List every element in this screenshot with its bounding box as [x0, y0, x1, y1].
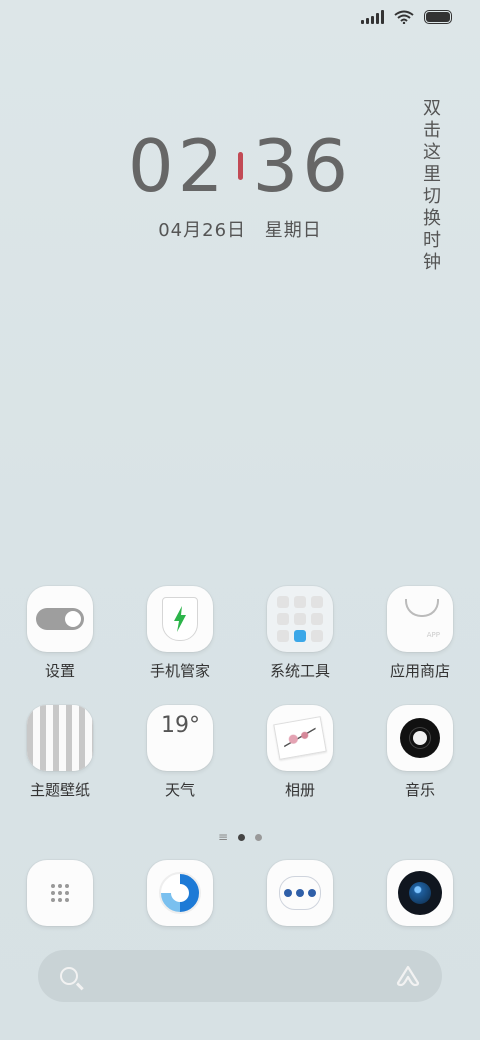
clock-time: 02 36 — [0, 130, 480, 202]
app-label: 主题壁纸 — [29, 781, 90, 799]
app-label: 音乐 — [404, 781, 435, 799]
clock-widget[interactable]: 02 36 04月26日 星期日 — [0, 130, 480, 242]
app-store-icon: APP — [387, 586, 453, 652]
clock-hours: 02 — [127, 124, 228, 208]
clock-minutes: 36 — [252, 124, 353, 208]
app-themes[interactable]: 主题壁纸 — [0, 705, 120, 800]
app-phone-manager[interactable]: 手机管家 — [120, 586, 240, 681]
app-label: 系统工具 — [269, 662, 330, 680]
clock-separator — [237, 152, 243, 180]
dock-browser[interactable] — [120, 860, 240, 926]
switch-clock-hint[interactable]: 双击这里切换时钟 — [422, 98, 442, 274]
app-weather[interactable]: 19° 天气 — [120, 705, 240, 800]
dock-phone[interactable] — [0, 860, 120, 926]
app-label: 手机管家 — [149, 662, 210, 680]
app-label: 应用商店 — [389, 662, 450, 680]
weather-icon: 19° — [147, 705, 213, 771]
browser-icon — [147, 860, 213, 926]
app-music[interactable]: 音乐 — [360, 705, 480, 800]
search-bar[interactable] — [38, 950, 442, 1002]
app-store[interactable]: APP 应用商店 — [360, 586, 480, 681]
app-grid: 设置 手机管家 系统工具 APP 应用商店 主题壁纸 19° 天气 相册 音乐 — [0, 586, 480, 800]
app-label: 天气 — [164, 781, 195, 799]
wifi-icon — [394, 10, 414, 24]
page-indicator[interactable]: ≡ — [0, 830, 480, 844]
themes-icon — [27, 705, 93, 771]
clock-date-row: 04月26日 星期日 — [0, 216, 480, 242]
app-gallery[interactable]: 相册 — [240, 705, 360, 800]
battery-icon — [424, 10, 452, 24]
gallery-icon — [267, 705, 333, 771]
weather-temp: 19° — [161, 713, 200, 738]
signal-icon — [361, 10, 384, 24]
settings-icon — [27, 586, 93, 652]
page-dot — [255, 833, 263, 841]
app-label: 设置 — [44, 662, 75, 680]
app-label: 相册 — [284, 781, 315, 799]
dock-camera[interactable] — [360, 860, 480, 926]
search-icon[interactable] — [60, 967, 78, 985]
status-bar — [361, 10, 452, 24]
assistant-icon[interactable] — [396, 965, 420, 987]
app-store-tag: APP — [426, 631, 440, 639]
phone-icon — [27, 860, 93, 926]
clock-date: 04月26日 — [158, 220, 247, 241]
menu-icon: ≡ — [217, 830, 229, 844]
page-dot-active — [238, 833, 246, 841]
dock — [0, 860, 480, 926]
system-tools-folder-icon — [267, 586, 333, 652]
app-system-tools[interactable]: 系统工具 — [240, 586, 360, 681]
phone-manager-icon — [147, 586, 213, 652]
messages-icon — [267, 860, 333, 926]
dock-messages[interactable] — [240, 860, 360, 926]
music-icon — [387, 705, 453, 771]
app-settings[interactable]: 设置 — [0, 586, 120, 681]
clock-weekday: 星期日 — [264, 220, 322, 241]
camera-icon — [387, 860, 453, 926]
